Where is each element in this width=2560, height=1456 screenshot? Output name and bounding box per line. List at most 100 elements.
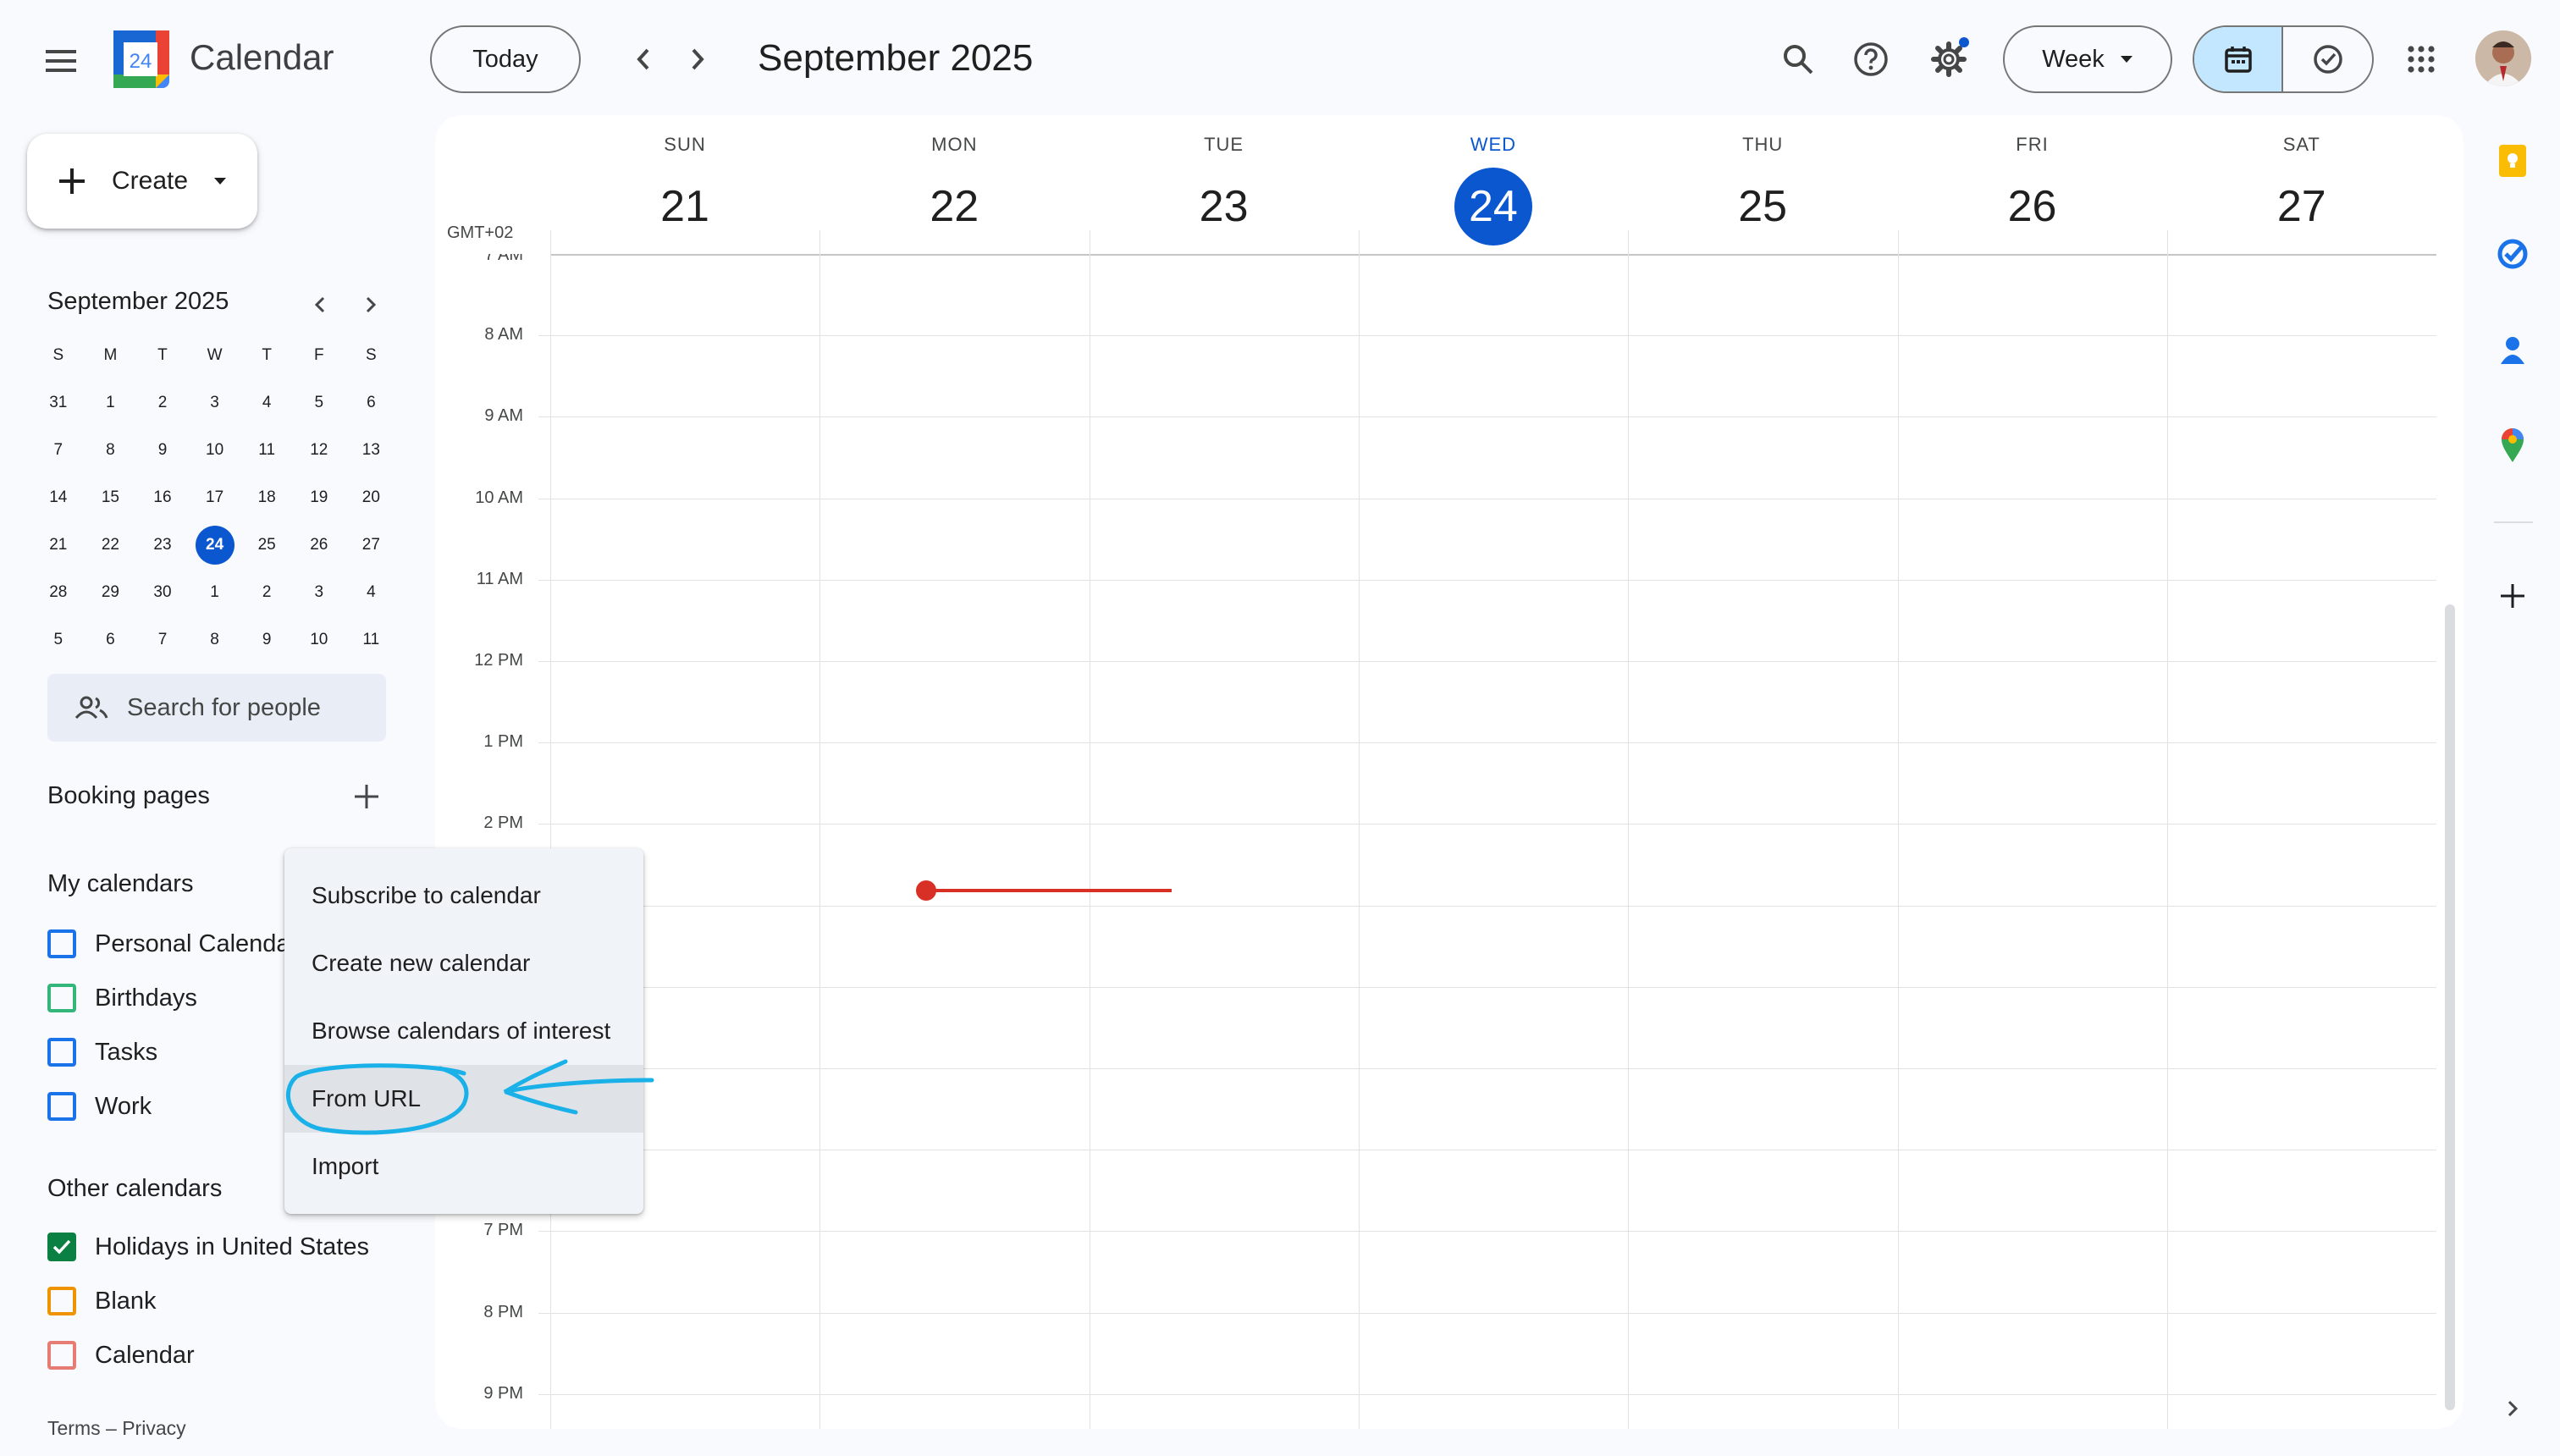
day-number[interactable]: 24 [1454, 168, 1532, 245]
calendar-checkbox[interactable] [47, 1038, 76, 1067]
mini-day[interactable]: 8 [85, 427, 137, 474]
day-number[interactable]: 27 [2263, 168, 2341, 245]
calendar-checkbox[interactable] [47, 1287, 76, 1315]
apps-button[interactable] [2396, 34, 2447, 85]
calendar-checkbox[interactable] [47, 929, 76, 958]
view-selector[interactable]: Week [2003, 25, 2172, 93]
calendar-view-button[interactable] [2194, 27, 2284, 91]
mini-day[interactable]: 30 [136, 569, 189, 616]
menu-item[interactable]: Browse calendars of interest [284, 997, 643, 1065]
mini-day[interactable]: 28 [32, 569, 85, 616]
mini-day[interactable]: 5 [32, 616, 85, 664]
hour-line [538, 1231, 2436, 1233]
keep-button[interactable] [2491, 139, 2535, 183]
day-number[interactable]: 25 [1724, 168, 1801, 245]
mini-day[interactable]: 5 [293, 379, 345, 427]
create-button[interactable]: Create [27, 134, 257, 229]
mini-day[interactable]: 17 [189, 474, 241, 521]
calendar-item[interactable]: Tasks [47, 1038, 157, 1067]
calendar-checkbox[interactable] [47, 1341, 76, 1370]
mini-day[interactable]: 14 [32, 474, 85, 521]
mini-day[interactable]: 7 [136, 616, 189, 664]
get-add-ons-button[interactable] [2491, 574, 2535, 618]
my-calendars-title[interactable]: My calendars [47, 870, 193, 898]
mini-day[interactable]: 25 [240, 521, 293, 569]
account-avatar[interactable] [2475, 30, 2531, 86]
mini-day[interactable]: 9 [240, 616, 293, 664]
mini-day[interactable]: 19 [293, 474, 345, 521]
mini-day[interactable]: 1 [85, 379, 137, 427]
mini-day[interactable]: 13 [345, 427, 398, 474]
previous-week-button[interactable] [618, 34, 669, 85]
mini-day[interactable]: 9 [136, 427, 189, 474]
menu-item[interactable]: Import [284, 1133, 643, 1200]
mini-day[interactable]: 11 [240, 427, 293, 474]
mini-calendar-prev-button[interactable] [301, 286, 339, 323]
add-booking-page-button[interactable] [345, 775, 388, 818]
calendar-item[interactable]: Personal Calendar [47, 929, 298, 958]
mini-day[interactable]: 21 [32, 521, 85, 569]
mini-day[interactable]: 12 [293, 427, 345, 474]
settings-button[interactable] [1923, 34, 1974, 85]
mini-day[interactable]: 16 [136, 474, 189, 521]
help-button[interactable] [1846, 34, 1896, 85]
mini-day[interactable]: 8 [189, 616, 241, 664]
terms-link[interactable]: Terms [47, 1417, 101, 1439]
day-number[interactable]: 22 [915, 168, 993, 245]
privacy-link[interactable]: Privacy [122, 1417, 185, 1439]
today-button[interactable]: Today [430, 25, 581, 93]
vertical-scrollbar[interactable] [2445, 604, 2455, 1410]
mini-day[interactable]: 10 [189, 427, 241, 474]
menu-item[interactable]: Create new calendar [284, 929, 643, 997]
search-people-field[interactable]: Search for people [47, 674, 386, 742]
mini-calendar-next-button[interactable] [352, 286, 389, 323]
mini-day[interactable]: 15 [85, 474, 137, 521]
search-button[interactable] [1773, 34, 1823, 85]
mini-day[interactable]: 26 [293, 521, 345, 569]
day-number[interactable]: 26 [1994, 168, 2072, 245]
calendar-logo[interactable]: 24 [113, 30, 169, 88]
mini-day[interactable]: 10 [293, 616, 345, 664]
mini-day[interactable]: 3 [293, 569, 345, 616]
contacts-button[interactable] [2491, 328, 2535, 372]
mini-day[interactable]: 1 [189, 569, 241, 616]
mini-day[interactable]: 2 [136, 379, 189, 427]
mini-day[interactable]: 6 [345, 379, 398, 427]
mini-day[interactable]: 23 [136, 521, 189, 569]
menu-item[interactable]: Subscribe to calendar [284, 862, 643, 929]
mini-day[interactable]: 3 [189, 379, 241, 427]
calendar-checkbox[interactable] [47, 984, 76, 1012]
main-menu-button[interactable] [36, 36, 86, 86]
mini-day[interactable]: 11 [345, 616, 398, 664]
calendar-item[interactable]: Calendar [47, 1341, 195, 1370]
calendar-item[interactable]: Birthdays [47, 984, 197, 1012]
day-number[interactable]: 23 [1185, 168, 1263, 245]
other-calendars-title[interactable]: Other calendars [47, 1175, 222, 1203]
mini-day[interactable]: 24 [189, 521, 241, 569]
mini-day[interactable]: 22 [85, 521, 137, 569]
mini-day[interactable]: 29 [85, 569, 137, 616]
mini-day[interactable]: 4 [345, 569, 398, 616]
mini-day[interactable]: 4 [240, 379, 293, 427]
calendar-item[interactable]: Work [47, 1092, 152, 1121]
day-number[interactable]: 21 [646, 168, 724, 245]
menu-item[interactable]: From URL [284, 1065, 643, 1133]
show-side-panel-button[interactable] [2491, 1387, 2535, 1431]
calendar-checkbox[interactable] [47, 1233, 76, 1261]
tasks-button[interactable] [2491, 232, 2535, 276]
mini-day[interactable]: 18 [240, 474, 293, 521]
maps-button[interactable] [2491, 423, 2535, 467]
mini-day[interactable]: 31 [32, 379, 85, 427]
mini-day[interactable]: 7 [32, 427, 85, 474]
next-week-button[interactable] [672, 34, 723, 85]
mini-day[interactable]: 6 [85, 616, 137, 664]
calendar-item[interactable]: Holidays in United States [47, 1233, 369, 1261]
calendar-item[interactable]: Blank [47, 1287, 157, 1315]
tasks-view-button[interactable] [2283, 27, 2372, 91]
mini-day-number: 15 [101, 488, 119, 506]
time-grid[interactable]: 7 AM8 AM9 AM10 AM11 AM12 PM1 PM2 PM3 PM4… [435, 230, 2463, 1429]
mini-day[interactable]: 27 [345, 521, 398, 569]
mini-day[interactable]: 2 [240, 569, 293, 616]
mini-day[interactable]: 20 [345, 474, 398, 521]
calendar-checkbox[interactable] [47, 1092, 76, 1121]
